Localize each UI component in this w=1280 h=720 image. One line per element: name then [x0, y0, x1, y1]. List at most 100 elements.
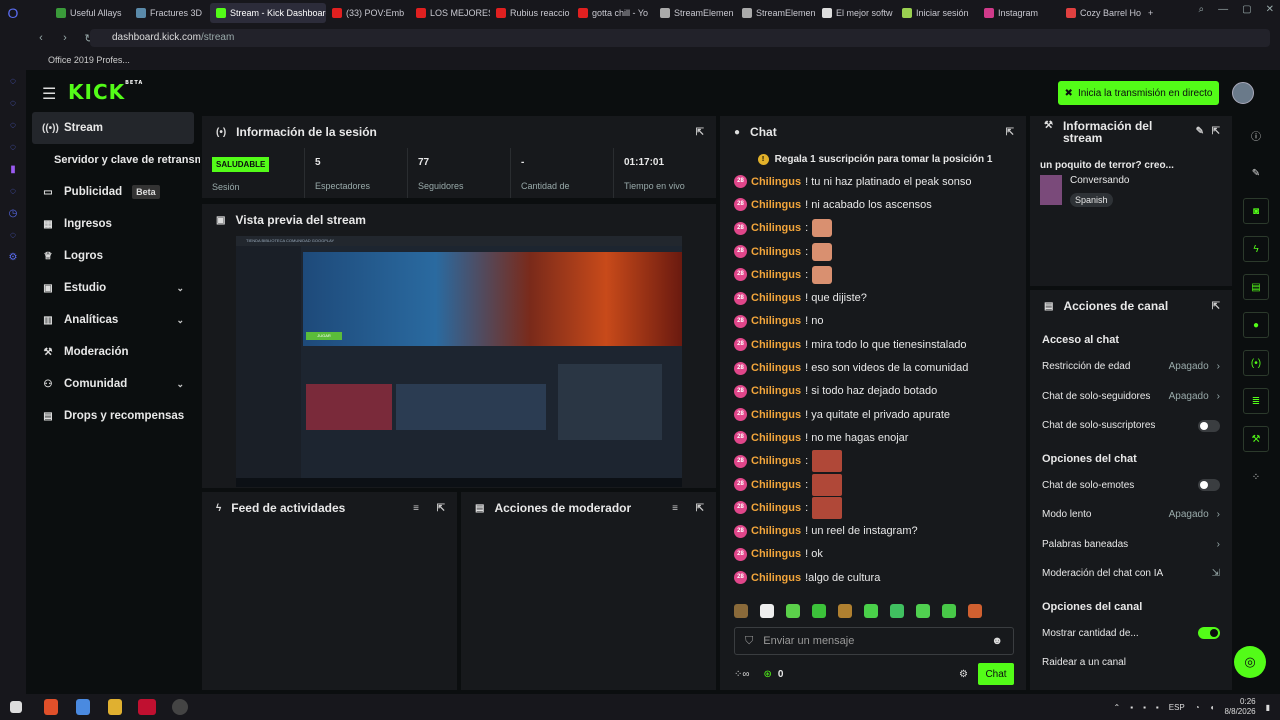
popout-icon[interactable]: ⇱: [437, 503, 445, 514]
chat-message[interactable]: 28 Chilingus:: [720, 240, 1026, 263]
windows-start-icon[interactable]: [10, 701, 22, 713]
tab-streamelements-2[interactable]: StreamElemen: [736, 3, 816, 23]
filter-icon[interactable]: ≡: [672, 503, 678, 514]
chat-username[interactable]: Chilingus: [751, 502, 801, 514]
tray-app-icon[interactable]: ▪: [1143, 703, 1146, 712]
chat-message[interactable]: 28 Chilingus ! no: [720, 310, 1026, 333]
obs-icon[interactable]: [172, 699, 188, 715]
messenger-icon[interactable]: ◌: [6, 76, 20, 90]
opera-taskbar-icon[interactable]: [138, 699, 156, 715]
nav-moderacion[interactable]: ⚒ Moderación: [32, 336, 194, 368]
emote-icon[interactable]: [812, 604, 826, 618]
subs-only-toggle[interactable]: [1198, 419, 1220, 432]
nav-stream[interactable]: ((•)) Stream: [32, 112, 194, 144]
chat-username[interactable]: Chilingus: [751, 409, 801, 421]
help-chat-icon[interactable]: ◎: [1234, 646, 1266, 678]
kicks-icon[interactable]: ⁘∞: [734, 669, 750, 680]
tray-app-icon[interactable]: ▪: [1130, 703, 1133, 712]
bookmark-office[interactable]: Office 2019 Profes...: [48, 55, 130, 65]
player-icon[interactable]: ◌: [6, 186, 20, 200]
minimize-icon[interactable]: —: [1218, 4, 1228, 15]
chat-message[interactable]: 28 Chilingus ! mira todo lo que tienesinst…: [720, 333, 1026, 356]
chat-username[interactable]: Chilingus: [751, 432, 801, 444]
send-chat-button[interactable]: Chat: [978, 663, 1014, 685]
search-icon[interactable]: ⌕: [1199, 4, 1205, 15]
nav-logros[interactable]: ♕ Logros: [32, 240, 194, 272]
chat-username[interactable]: Chilingus: [751, 385, 801, 397]
popout-icon[interactable]: ⇱: [1006, 127, 1014, 138]
chat-message[interactable]: 28 Chilingus:: [720, 217, 1026, 240]
file-explorer-icon[interactable]: [108, 699, 122, 715]
chat-message[interactable]: 28 Chilingus ! que dijiste?: [720, 286, 1026, 309]
chat-username[interactable]: Chilingus: [751, 548, 801, 560]
emote-icon[interactable]: [838, 604, 852, 618]
tray-app-icon[interactable]: ▪: [1156, 703, 1159, 712]
go-live-button[interactable]: ✖ Inicia la transmisión en directo: [1058, 81, 1219, 105]
chat-username[interactable]: Chilingus: [751, 246, 801, 258]
broadcast-icon[interactable]: (•): [1243, 350, 1269, 376]
tab-youtube-2[interactable]: LOS MEJORES: [410, 3, 490, 23]
info-icon[interactable]: ⓘ: [1243, 122, 1269, 148]
wifi-icon[interactable]: ◔: [1195, 703, 1200, 712]
emote-icon[interactable]: [786, 604, 800, 618]
back-icon[interactable]: ‹: [32, 32, 50, 44]
age-restriction-row[interactable]: Restricción de edad Apagado ›: [1030, 352, 1232, 382]
chat-message[interactable]: 28 Chilingus ! un reel de instagram?: [720, 519, 1026, 542]
tab-instagram[interactable]: Instagram: [978, 3, 1060, 23]
history-icon[interactable]: ◷: [6, 208, 20, 222]
avatar[interactable]: [1232, 82, 1254, 104]
chat-username[interactable]: Chilingus: [751, 269, 801, 281]
chat-username[interactable]: Chilingus: [751, 362, 801, 374]
discord-icon[interactable]: ◌: [6, 98, 20, 112]
close-icon[interactable]: ✕: [1266, 4, 1274, 15]
chat-message[interactable]: 28 Chilingus:: [720, 473, 1026, 496]
emotes-only-toggle[interactable]: [1198, 479, 1220, 492]
tab-streamelements-1[interactable]: StreamElemen: [654, 3, 736, 23]
edit-icon[interactable]: ✎: [1196, 126, 1204, 137]
chat-message[interactable]: 28 Chilingus:: [720, 263, 1026, 286]
chat-message[interactable]: 28 Chilingus:: [720, 496, 1026, 519]
language-indicator[interactable]: ESP: [1169, 703, 1185, 712]
emote-icon[interactable]: [760, 604, 774, 618]
list-icon[interactable]: ≣: [1243, 388, 1269, 414]
banned-words-row[interactable]: Palabras baneadas ›: [1030, 530, 1232, 560]
nav-analiticas[interactable]: ▥ Analíticas ⌄: [32, 304, 194, 336]
chat-username[interactable]: Chilingus: [751, 315, 801, 327]
chat-username[interactable]: Chilingus: [751, 455, 801, 467]
emote-icon[interactable]: [968, 604, 982, 618]
emote-icon[interactable]: [942, 604, 956, 618]
pinned-gift-banner[interactable]: ! Regala 1 suscripción para tomar la posi…: [720, 148, 1026, 170]
chat-username[interactable]: Chilingus: [751, 479, 801, 491]
chat-username[interactable]: Chilingus: [751, 176, 801, 188]
camera-icon[interactable]: ◙: [1243, 198, 1269, 224]
show-count-toggle[interactable]: [1198, 627, 1220, 640]
telegram-icon[interactable]: ◌: [6, 142, 20, 156]
tab-software[interactable]: El mejor softw: [816, 3, 896, 23]
chat-message[interactable]: 28 Chilingus ! eso son videos de la comuni…: [720, 356, 1026, 379]
tab-kick-dashboard[interactable]: Stream - Kick Dashboard: [210, 3, 326, 23]
popout-icon[interactable]: ⇱: [1212, 126, 1220, 137]
chat-username[interactable]: Chilingus: [751, 339, 801, 351]
popout-icon[interactable]: ⇱: [1212, 301, 1220, 312]
tab-fractures[interactable]: Fractures 3D: [130, 3, 210, 23]
emote-icon[interactable]: [864, 604, 878, 618]
tab-youtube-3[interactable]: Rubius reaccio: [490, 3, 572, 23]
settings-icon[interactable]: ⚙: [959, 669, 968, 680]
settings-icon[interactable]: ⚙: [6, 252, 20, 266]
emote-icon[interactable]: [890, 604, 904, 618]
emoji-icon[interactable]: ☻: [991, 635, 1003, 647]
chat-message[interactable]: 28 Chilingus ! tu ni haz platinado el peak…: [720, 170, 1026, 193]
nav-ingresos[interactable]: ▦ Ingresos: [32, 208, 194, 240]
chat-username[interactable]: Chilingus: [751, 199, 801, 211]
ai-moderation-row[interactable]: Moderación del chat con IA ⇲: [1030, 559, 1232, 589]
clock[interactable]: 0:26 8/8/2026: [1224, 697, 1255, 717]
chat-message[interactable]: 28 Chilingus !algo de cultura: [720, 566, 1026, 589]
popout-icon[interactable]: ⇱: [696, 503, 704, 514]
tab-cozy[interactable]: Cozy Barrel Ho: [1060, 3, 1142, 23]
kicks-icon[interactable]: ⁘: [1243, 464, 1269, 490]
nav-servidor[interactable]: Servidor y clave de retransmisión: [32, 144, 200, 176]
new-tab-button[interactable]: +: [1142, 3, 1159, 23]
chat-message[interactable]: 28 Chilingus:: [720, 450, 1026, 473]
chevron-up-icon[interactable]: ⌃: [1114, 703, 1121, 712]
opera-logo-icon[interactable]: O: [0, 0, 26, 26]
